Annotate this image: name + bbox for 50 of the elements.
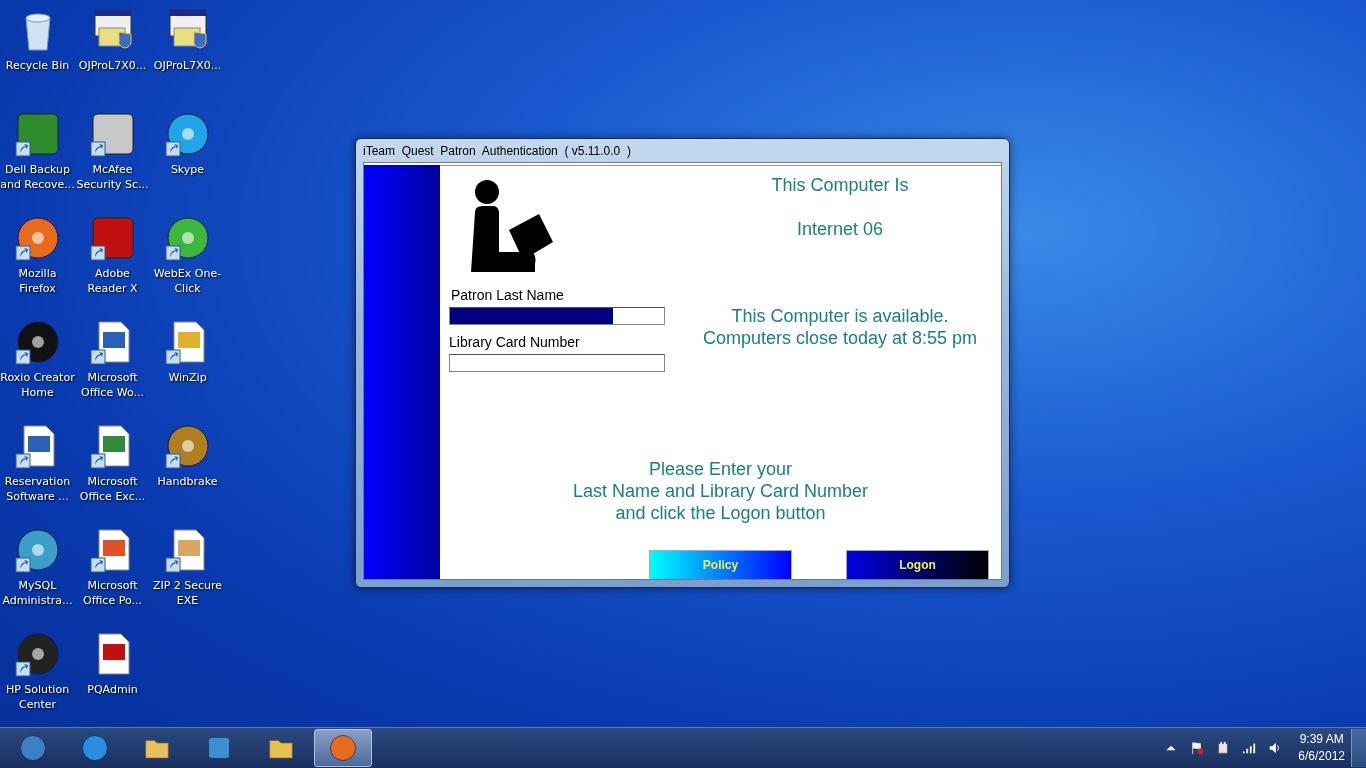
window-title: iTeam Quest Patron Authentication ( v5.11.0.0 )	[363, 143, 631, 158]
clock-time: 9:39 AM	[1299, 731, 1344, 748]
desktop-icon-label[interactable]: Microsoft Office Exc...	[75, 474, 150, 504]
installer-icon[interactable]	[169, 9, 206, 49]
document-icon[interactable]	[98, 321, 129, 363]
clock[interactable]: 9:39 AM 6/6/2012	[1298, 731, 1345, 765]
desktop-icon-label[interactable]: OJProL7X0...	[150, 58, 225, 73]
desktop-icon-label[interactable]: ZIP 2 Secure EXE	[150, 578, 225, 608]
desktop-icon-label[interactable]: Recycle Bin	[0, 58, 75, 73]
dialog-button[interactable]: Logon	[846, 550, 989, 579]
desktop-icon-label[interactable]: Handbrake	[150, 474, 225, 489]
clock-date: 6/6/2012	[1298, 748, 1345, 765]
desktop-icon-label[interactable]: McAfee Security Sc...	[75, 162, 150, 192]
status-text: Computers close today at 8:55 pm	[702, 327, 978, 349]
last-name-field[interactable]	[449, 307, 665, 325]
flag-icon[interactable]	[1190, 741, 1205, 755]
instruction-text: Please Enter your	[648, 458, 793, 480]
instruction-text: and click the Logon button	[615, 502, 826, 524]
disc-icon[interactable]	[17, 633, 58, 675]
field-label: Library Card Number	[449, 333, 580, 351]
installer-icon[interactable]	[94, 9, 131, 49]
card-number-field[interactable]	[449, 354, 665, 372]
status-text: This Computer is available.	[731, 305, 949, 327]
document-icon[interactable]	[23, 425, 54, 467]
desktop-icon-label[interactable]: Roxio Creator Home	[0, 370, 75, 400]
desktop-icon-label[interactable]: Mozilla Firefox	[0, 266, 75, 296]
desktop-icon-label[interactable]: PQAdmin	[75, 682, 150, 697]
desktop-icon-label[interactable]: Reservation Software ...	[0, 474, 75, 504]
desktop-icon-label[interactable]: Dell Backup and Recove...	[0, 162, 75, 192]
document-icon[interactable]	[98, 633, 129, 675]
desktop-icon-label[interactable]: OJProL7X0...	[75, 58, 150, 73]
instruction-text: Last Name and Library Card Number	[572, 480, 869, 502]
desktop-icon-label[interactable]: HP Solution Center	[0, 682, 75, 712]
show-desktop-button[interactable]	[1351, 729, 1366, 767]
taskbar-button[interactable]	[314, 729, 372, 767]
desktop-icon-label[interactable]: WebEx One-Click	[150, 266, 225, 296]
start-orb-icon	[18, 733, 48, 763]
desktop-icon-label[interactable]: WinZip	[150, 370, 225, 385]
power-plug-icon[interactable]	[1216, 741, 1231, 755]
computer-name: Internet 06	[796, 218, 884, 240]
disc-icon[interactable]	[17, 321, 58, 363]
recycle-bin-icon[interactable]	[25, 13, 50, 51]
signal-bars-icon[interactable]	[1242, 741, 1257, 755]
computer-heading: This Computer Is	[771, 174, 909, 196]
desktop-icon-label[interactable]: Microsoft Office Wo...	[75, 370, 150, 400]
desktop-icon-label[interactable]: Microsoft Office Po...	[75, 578, 150, 608]
desktop-icon-label[interactable]: Adobe Reader X	[75, 266, 150, 296]
desktop-icon-label[interactable]: Skype	[150, 162, 225, 177]
field-label: Patron Last Name	[451, 286, 564, 304]
desktop-icon-label[interactable]: MySQL Administra...	[0, 578, 75, 608]
